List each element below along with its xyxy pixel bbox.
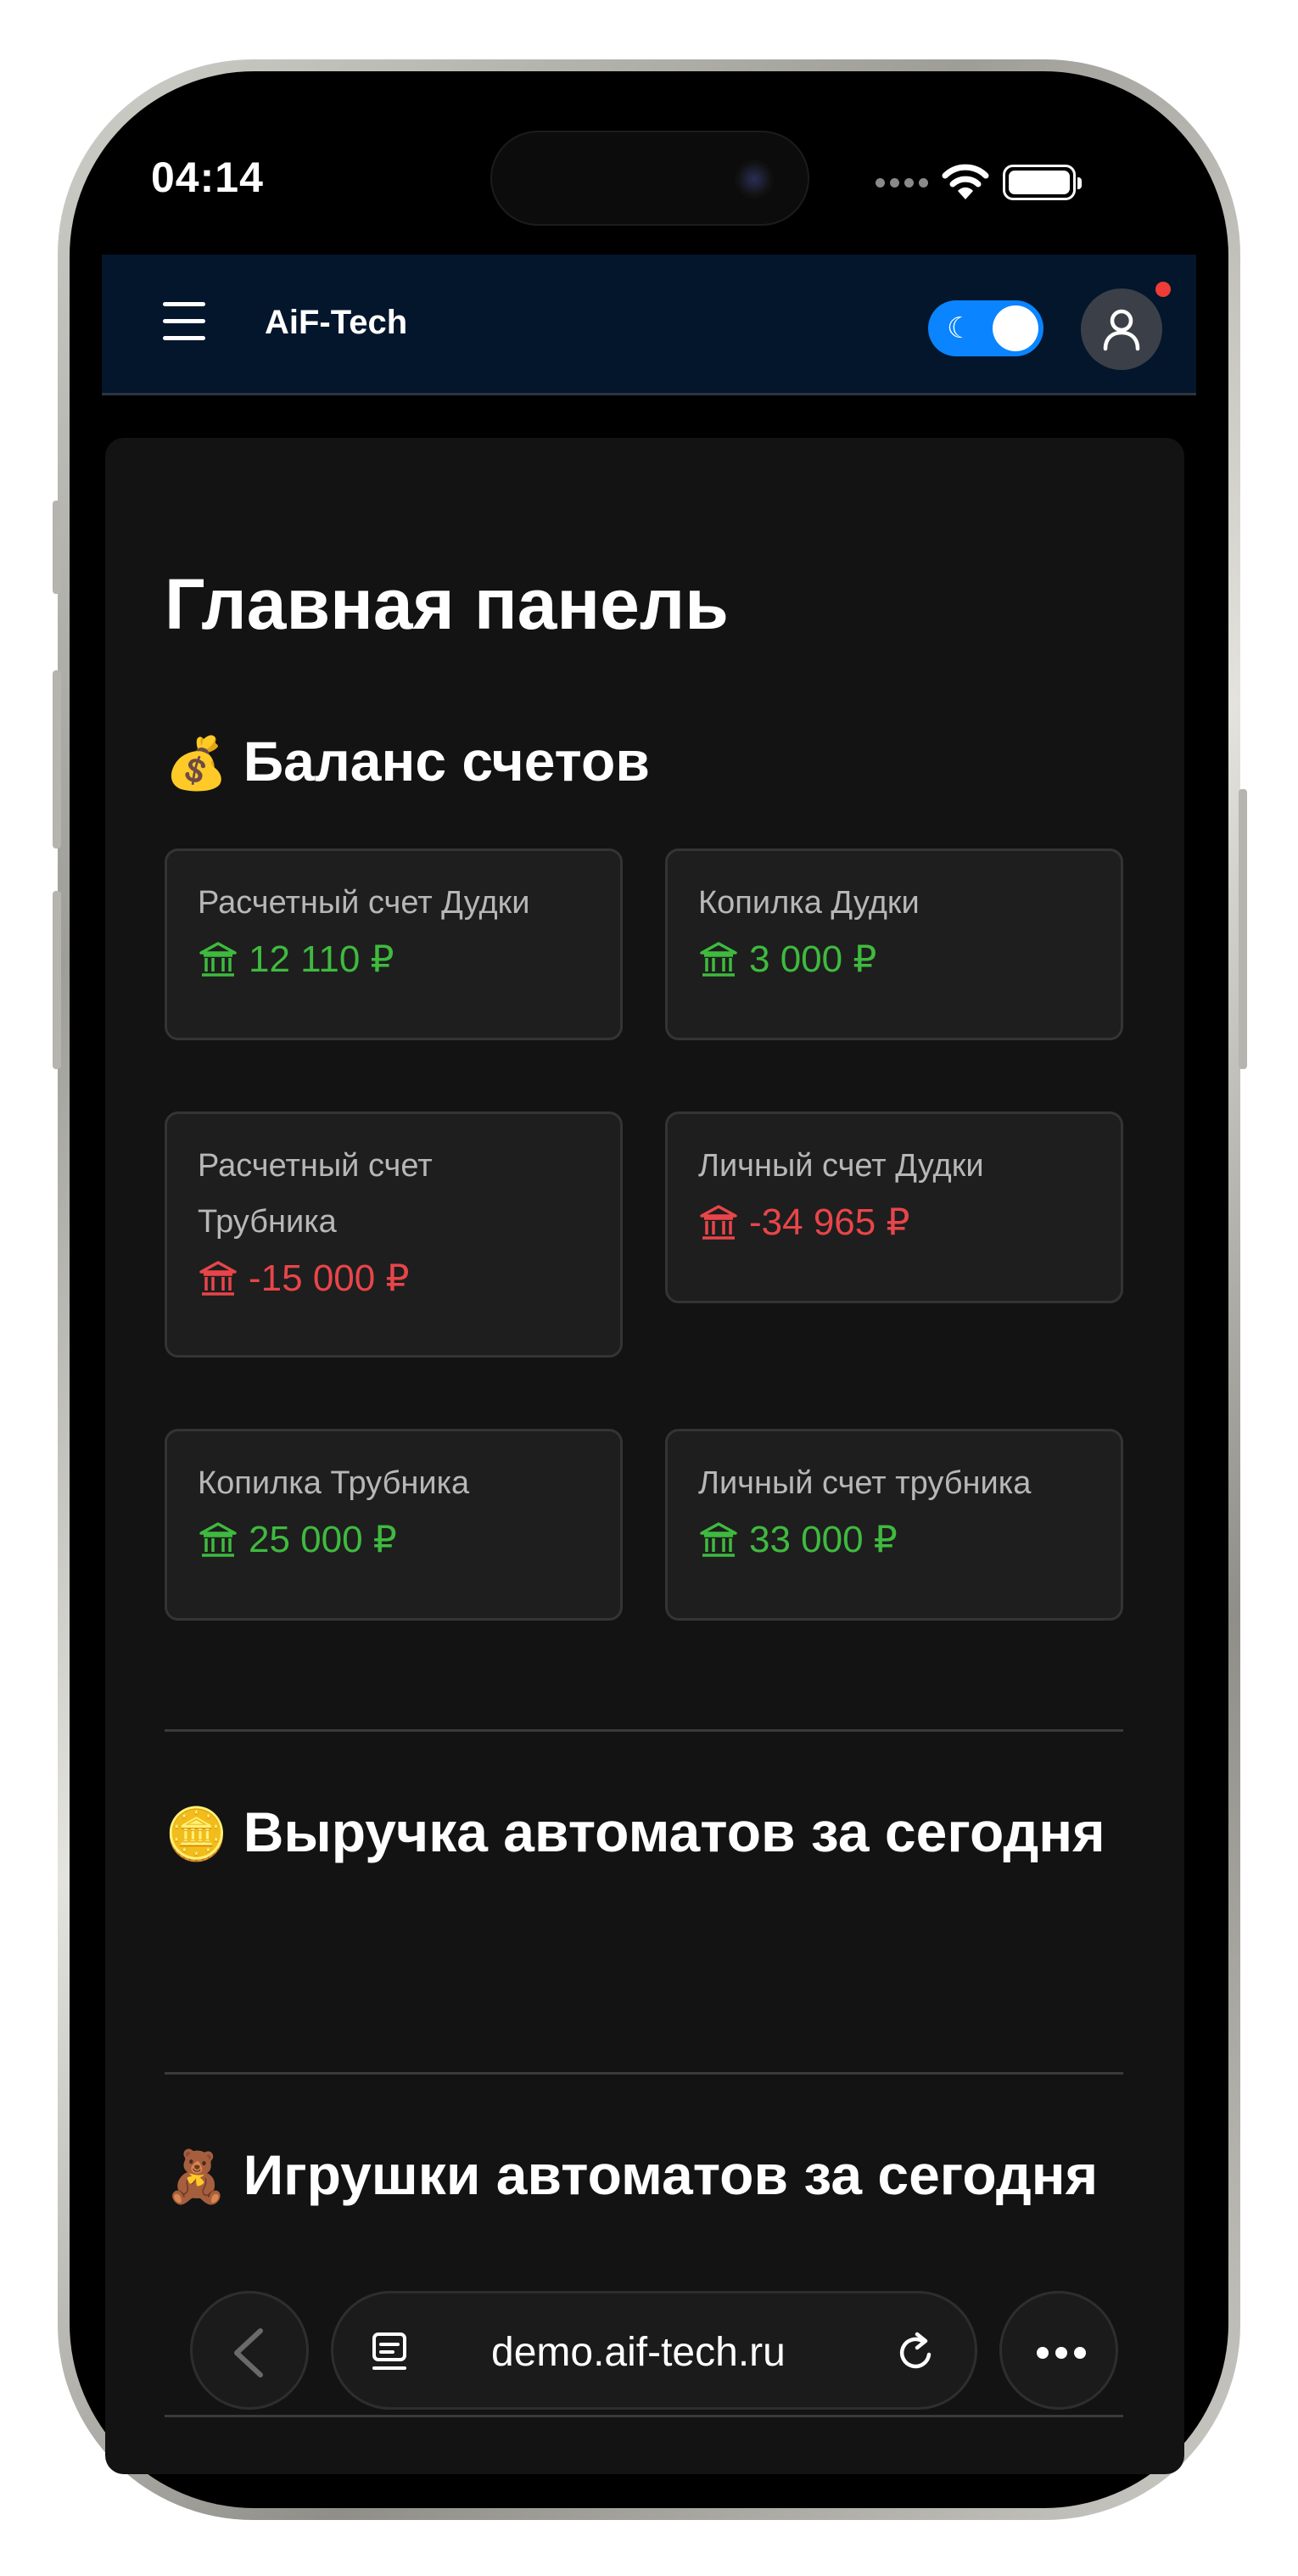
battery-icon bbox=[1003, 165, 1082, 200]
account-card[interactable]: Копилка Трубника 25 000 ₽ bbox=[165, 1429, 623, 1621]
account-balance: 12 110 ₽ bbox=[198, 938, 590, 981]
account-balance: 33 000 ₽ bbox=[698, 1518, 1090, 1561]
account-balance-value: 12 110 ₽ bbox=[249, 938, 394, 980]
account-balance: 25 000 ₽ bbox=[198, 1518, 590, 1561]
front-camera bbox=[735, 160, 774, 199]
menu-icon[interactable] bbox=[163, 302, 205, 340]
account-balance: -15 000 ₽ bbox=[198, 1257, 590, 1300]
teddy-bear-icon: 🧸 bbox=[165, 2148, 228, 2205]
bank-icon bbox=[700, 1521, 737, 1557]
notification-dot bbox=[1155, 282, 1171, 297]
account-name: Копилка Трубника bbox=[198, 1465, 470, 1501]
account-card[interactable]: Расчетный счет Дудки 12 110 ₽ bbox=[165, 848, 623, 1040]
bank-icon bbox=[700, 1204, 737, 1240]
url-text[interactable]: demo.aif-tech.ru bbox=[491, 2329, 786, 2376]
app-header: AiF-Tech ☾ bbox=[102, 255, 1196, 395]
status-time: 04:14 bbox=[151, 154, 264, 201]
section-divider bbox=[165, 2415, 1123, 2417]
account-balance: 3 000 ₽ bbox=[698, 938, 1090, 981]
volume-down-button bbox=[53, 891, 61, 1069]
bank-icon bbox=[199, 941, 237, 977]
volume-up-button bbox=[53, 670, 61, 848]
wifi-icon bbox=[942, 164, 989, 199]
section-toys-title: 🧸 Игрушки автоматов за сегодня bbox=[165, 2135, 1115, 2217]
account-name: Личный счет Дудки bbox=[698, 1148, 984, 1184]
account-card[interactable]: Личный счет трубника 33 000 ₽ bbox=[665, 1429, 1123, 1621]
moon-icon: ☾ bbox=[947, 312, 973, 344]
bank-icon bbox=[199, 1260, 237, 1296]
account-name: Копилка Дудки bbox=[698, 885, 920, 921]
dynamic-island bbox=[490, 131, 809, 226]
power-button bbox=[1239, 789, 1247, 1069]
theme-toggle[interactable]: ☾ bbox=[928, 300, 1043, 356]
page-title: Главная панель bbox=[165, 564, 729, 644]
user-avatar-button[interactable] bbox=[1081, 288, 1162, 370]
back-icon bbox=[234, 2328, 263, 2377]
section-balances-title: 💰 Баланс счетов bbox=[165, 721, 1115, 804]
more-button[interactable] bbox=[999, 2291, 1118, 2410]
account-card[interactable]: Расчетный счет Трубника -15 000 ₽ bbox=[165, 1112, 623, 1358]
account-balance-value: 3 000 ₽ bbox=[749, 938, 877, 980]
tabs-icon[interactable] bbox=[367, 2329, 413, 2375]
action-button bbox=[53, 501, 61, 594]
reload-icon[interactable] bbox=[893, 2329, 939, 2375]
brand-name[interactable]: AiF-Tech bbox=[265, 304, 407, 342]
section-revenue-title: 🪙 Выручка автоматов за сегодня bbox=[165, 1792, 1115, 1874]
coin-icon: 🪙 bbox=[165, 1806, 228, 1862]
account-name: Личный счет трубника bbox=[698, 1465, 1032, 1501]
section-balances-label: Баланс счетов bbox=[243, 730, 650, 792]
account-balance-value: 33 000 ₽ bbox=[749, 1519, 898, 1560]
account-name: Расчетный счет Дудки bbox=[198, 885, 530, 921]
bank-icon bbox=[199, 1521, 237, 1557]
section-divider bbox=[165, 2072, 1123, 2075]
address-bar[interactable]: demo.aif-tech.ru bbox=[331, 2291, 977, 2410]
account-balance: -34 965 ₽ bbox=[698, 1201, 1090, 1244]
signal-dots-icon bbox=[876, 177, 928, 188]
account-balance-value: 25 000 ₽ bbox=[249, 1519, 397, 1560]
user-icon bbox=[1103, 309, 1140, 351]
bank-icon bbox=[700, 941, 737, 977]
account-card[interactable]: Копилка Дудки 3 000 ₽ bbox=[665, 848, 1123, 1040]
more-icon bbox=[1037, 2347, 1086, 2359]
account-balance-value: -34 965 ₽ bbox=[749, 1201, 910, 1243]
account-balance-value: -15 000 ₽ bbox=[249, 1257, 410, 1299]
status-icons bbox=[876, 161, 1082, 204]
section-divider bbox=[165, 1729, 1123, 1732]
account-card[interactable]: Личный счет Дудки -34 965 ₽ bbox=[665, 1112, 1123, 1303]
section-toys-label: Игрушки автоматов за сегодня bbox=[243, 2143, 1099, 2206]
back-button[interactable] bbox=[190, 2291, 309, 2410]
toggle-knob bbox=[993, 305, 1038, 351]
account-name: Расчетный счет Трубника bbox=[198, 1148, 433, 1240]
money-bag-icon: 💰 bbox=[165, 735, 228, 792]
section-revenue-label: Выручка автоматов за сегодня bbox=[243, 1800, 1105, 1863]
